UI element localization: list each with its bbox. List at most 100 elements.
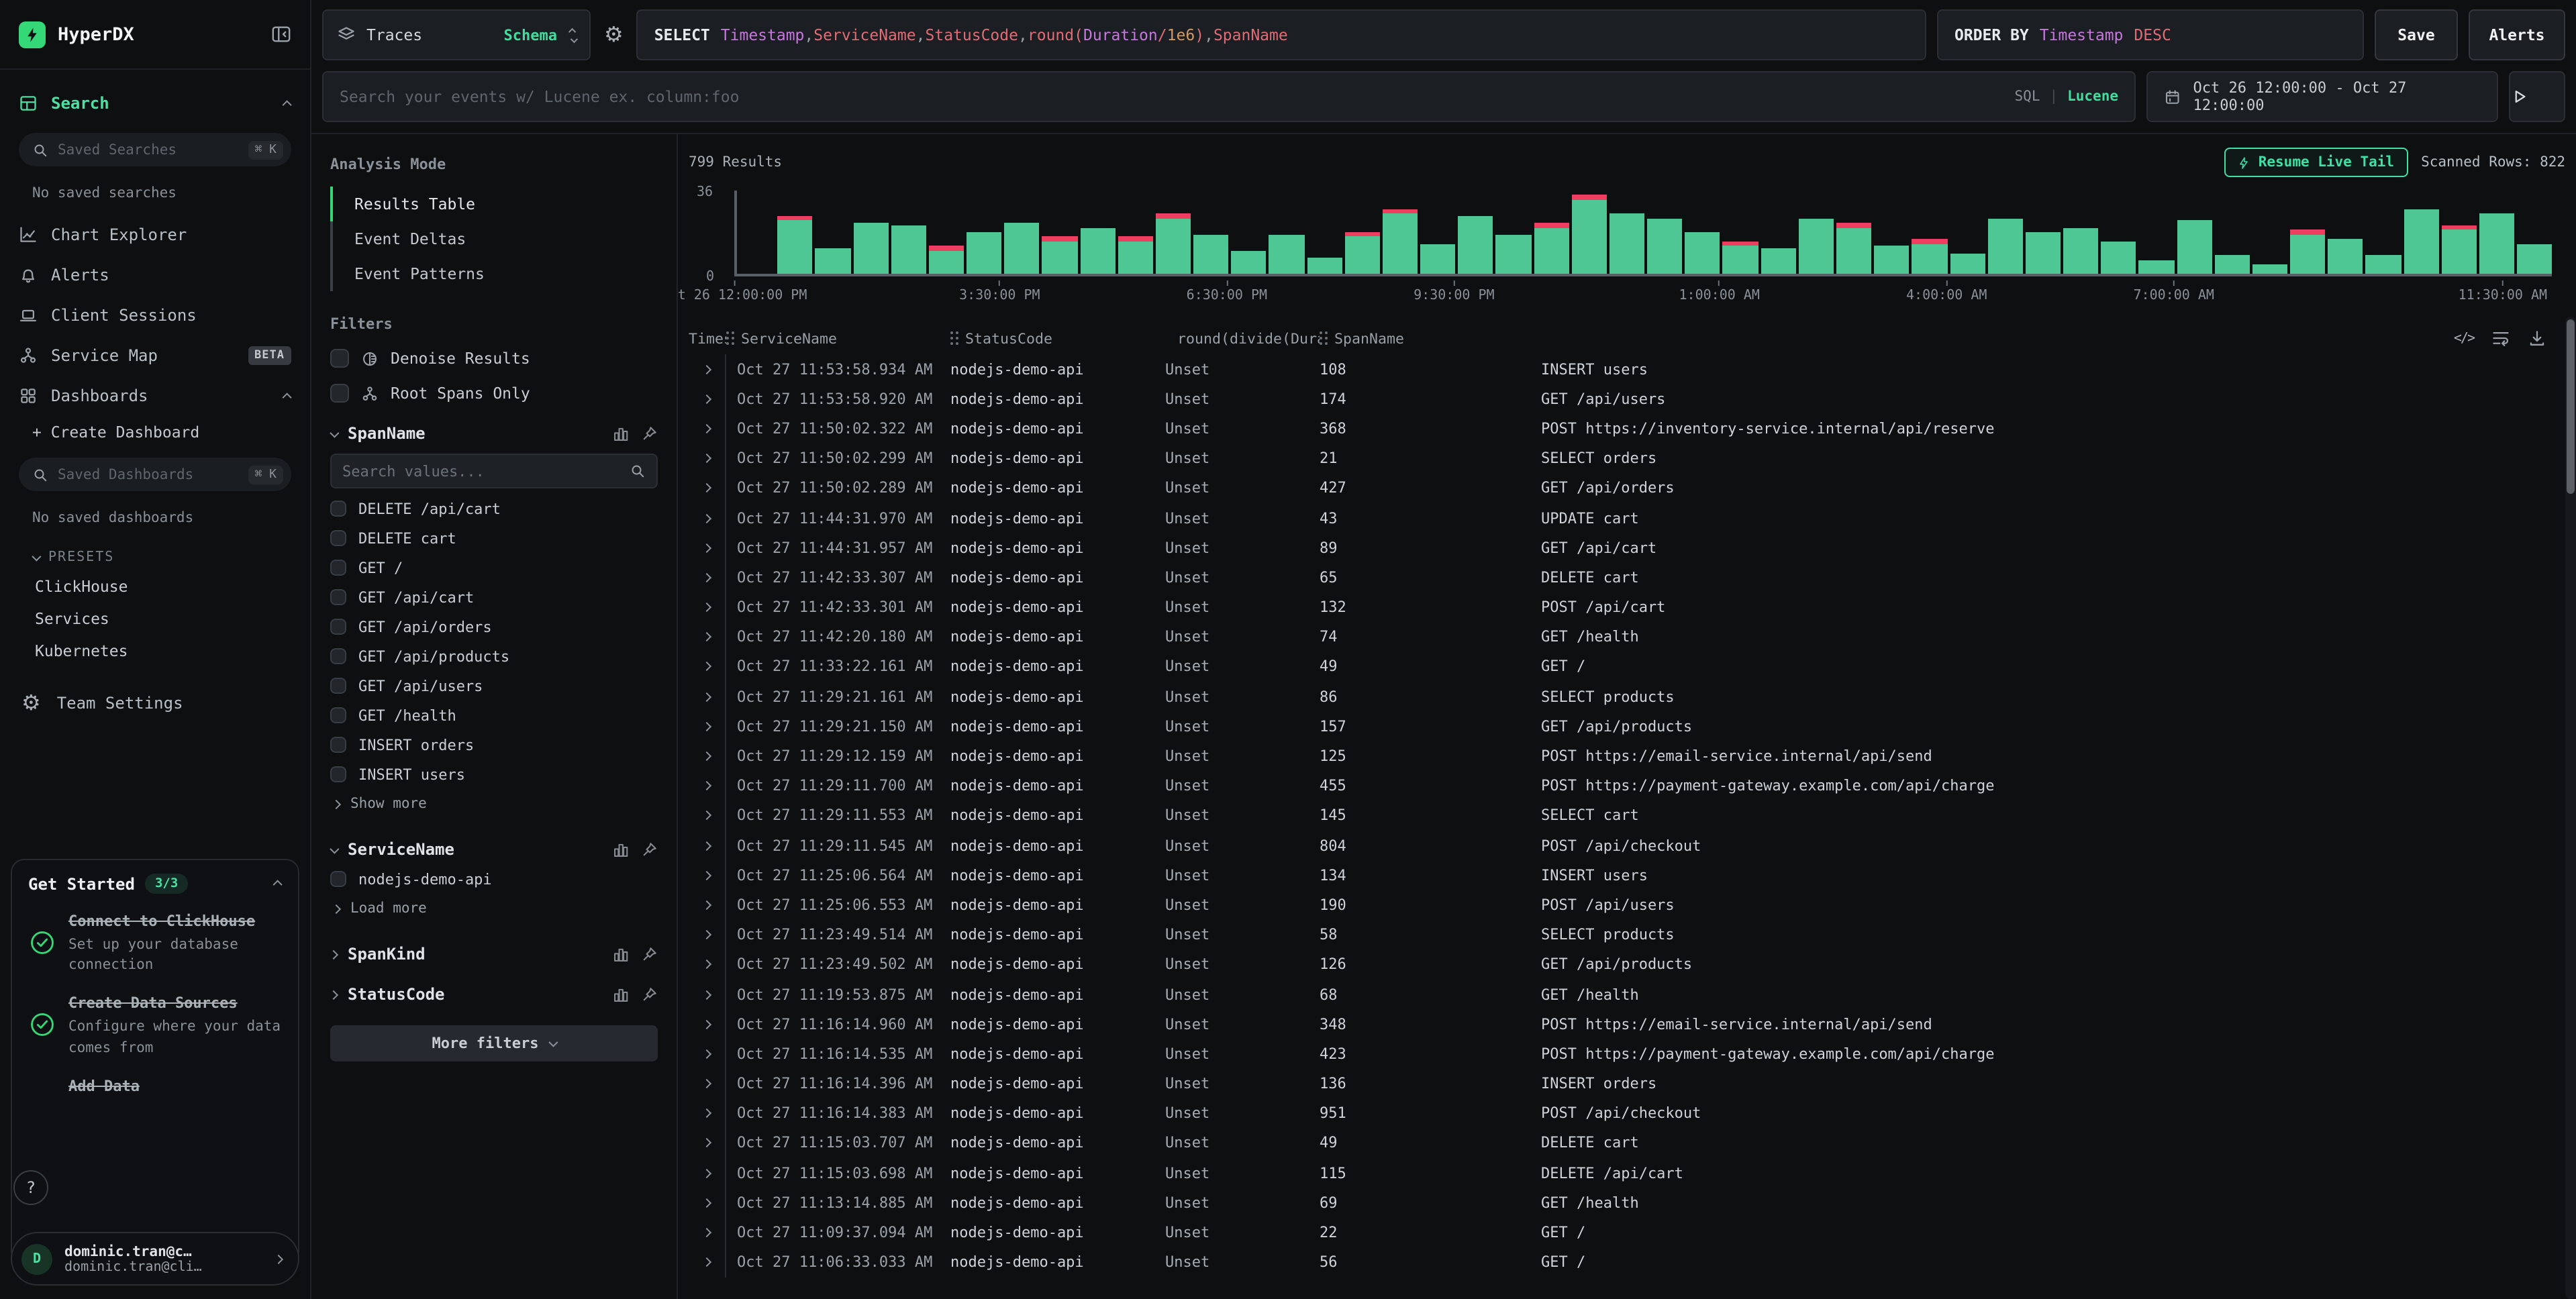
column-header[interactable]: Timestamp (Local) ↓ bbox=[689, 329, 726, 347]
preset-item[interactable]: Kubernetes bbox=[19, 635, 291, 667]
histogram-bar[interactable] bbox=[1080, 191, 1115, 274]
histogram-bar[interactable] bbox=[2479, 191, 2514, 274]
histogram-bar[interactable] bbox=[2214, 191, 2249, 274]
checkbox[interactable] bbox=[330, 501, 346, 517]
user-menu[interactable]: D dominic.tran@c… dominic.tran@cli… bbox=[11, 1232, 299, 1286]
expand-row-button[interactable] bbox=[689, 414, 726, 444]
table-row[interactable]: Oct 27 11:53:58.934 AM nodejs-demo-api U… bbox=[689, 354, 2565, 384]
histogram-bar[interactable] bbox=[1799, 191, 1834, 274]
table-row[interactable]: Oct 27 11:29:21.150 AM nodejs-demo-api U… bbox=[689, 712, 2565, 741]
scrollbar-thumb[interactable] bbox=[2567, 319, 2575, 494]
histogram-bar[interactable] bbox=[1836, 191, 1871, 274]
histogram-bar[interactable] bbox=[815, 191, 850, 274]
table-row[interactable]: Oct 27 11:33:22.161 AM nodejs-demo-api U… bbox=[689, 652, 2565, 682]
histogram-bar[interactable] bbox=[1004, 191, 1039, 274]
saved-dashboards-input[interactable]: Saved Dashboards ⌘ K bbox=[19, 458, 291, 491]
expand-row-button[interactable] bbox=[689, 1069, 726, 1098]
expand-row-button[interactable] bbox=[689, 384, 726, 413]
histogram-bar[interactable] bbox=[2290, 191, 2325, 274]
expand-row-button[interactable] bbox=[689, 980, 726, 1009]
histogram-bar[interactable] bbox=[1458, 191, 1493, 274]
denoise-results-toggle[interactable]: Denoise Results bbox=[330, 349, 658, 368]
histogram-bar[interactable] bbox=[1345, 191, 1380, 274]
expand-row-button[interactable] bbox=[689, 831, 726, 860]
save-button[interactable]: Save bbox=[2375, 9, 2458, 60]
expand-row-button[interactable] bbox=[689, 1098, 726, 1128]
table-row[interactable]: Oct 27 11:29:11.700 AM nodejs-demo-api U… bbox=[689, 771, 2565, 800]
expand-row-button[interactable] bbox=[689, 1247, 726, 1277]
preset-item[interactable]: Services bbox=[19, 603, 291, 635]
filter-value-row[interactable]: DELETE cart bbox=[330, 523, 658, 553]
servicename-load-more[interactable]: Load more bbox=[333, 894, 658, 923]
spanname-search-input[interactable]: Search values... bbox=[330, 454, 658, 488]
histogram-bar[interactable] bbox=[1685, 191, 1720, 274]
histogram-bar[interactable] bbox=[1156, 191, 1191, 274]
table-row[interactable]: Oct 27 11:06:33.033 AM nodejs-demo-api U… bbox=[689, 1247, 2565, 1277]
analysis-mode-item[interactable]: Event Deltas bbox=[330, 221, 658, 256]
histogram-bar[interactable] bbox=[1307, 191, 1342, 274]
expand-row-button[interactable] bbox=[689, 503, 726, 533]
expand-row-button[interactable] bbox=[689, 1218, 726, 1247]
filter-value-row[interactable]: GET /api/users bbox=[330, 671, 658, 700]
collapse-sidebar-icon[interactable] bbox=[271, 24, 291, 44]
filter-value-row[interactable]: DELETE /api/cart bbox=[330, 494, 658, 523]
histogram-bar[interactable] bbox=[1383, 191, 1418, 274]
histogram-plot-area[interactable] bbox=[734, 191, 2552, 276]
table-row[interactable]: Oct 27 11:50:02.289 AM nodejs-demo-api U… bbox=[689, 474, 2565, 503]
checkbox[interactable] bbox=[330, 530, 346, 546]
vertical-scrollbar[interactable] bbox=[2565, 317, 2576, 1299]
sidebar-item-chart-explorer[interactable]: Chart Explorer bbox=[19, 215, 291, 255]
filter-value-row[interactable]: nodejs-demo-api bbox=[330, 864, 658, 894]
spanname-show-more[interactable]: Show more bbox=[333, 789, 658, 819]
expand-row-button[interactable] bbox=[689, 801, 726, 831]
histogram-bar[interactable] bbox=[1193, 191, 1228, 274]
histogram-bar[interactable] bbox=[2517, 191, 2552, 274]
expand-row-button[interactable] bbox=[689, 474, 726, 503]
create-dashboard-link[interactable]: + Create Dashboard bbox=[19, 416, 291, 448]
sql-select-input[interactable]: SELECT Timestamp,ServiceName,StatusCode,… bbox=[637, 9, 1926, 60]
histogram-bar[interactable] bbox=[2252, 191, 2287, 274]
order-by-input[interactable]: ORDER BY Timestamp DESC bbox=[1937, 9, 2364, 60]
drag-handle-icon[interactable] bbox=[726, 331, 729, 334]
table-row[interactable]: Oct 27 11:53:58.920 AM nodejs-demo-api U… bbox=[689, 384, 2565, 413]
histogram-bar[interactable] bbox=[1118, 191, 1152, 274]
histogram-bar[interactable] bbox=[2441, 191, 2476, 274]
source-select[interactable]: Traces Schema bbox=[322, 9, 591, 60]
filter-value-row[interactable]: INSERT users bbox=[330, 760, 658, 789]
histogram-bar[interactable] bbox=[929, 191, 964, 274]
root-spans-toggle[interactable]: Root Spans Only bbox=[330, 384, 658, 403]
expand-row-button[interactable] bbox=[689, 1129, 726, 1158]
get-started-item[interactable]: Add Data bbox=[28, 1076, 282, 1100]
histogram-bar[interactable] bbox=[1609, 191, 1644, 274]
checkbox[interactable] bbox=[330, 678, 346, 694]
preset-item[interactable]: ClickHouse bbox=[19, 570, 291, 603]
histogram-bar[interactable] bbox=[1912, 191, 1947, 274]
filter-value-row[interactable]: GET / bbox=[330, 553, 658, 582]
run-query-button[interactable] bbox=[2509, 71, 2565, 122]
code-view-icon[interactable]: </> bbox=[2454, 331, 2474, 346]
more-filters-button[interactable]: More filters bbox=[330, 1025, 658, 1061]
expand-row-button[interactable] bbox=[689, 533, 726, 562]
filter-value-row[interactable]: INSERT orders bbox=[330, 730, 658, 760]
table-row[interactable]: Oct 27 11:44:31.970 AM nodejs-demo-api U… bbox=[689, 503, 2565, 533]
sidebar-item-search[interactable]: Search bbox=[19, 83, 291, 123]
saved-searches-input[interactable]: Saved Searches ⌘ K bbox=[19, 133, 291, 166]
expand-row-button[interactable] bbox=[689, 1009, 726, 1039]
sidebar-item-alerts[interactable]: Alerts bbox=[19, 255, 291, 295]
table-row[interactable]: Oct 27 11:23:49.502 AM nodejs-demo-api U… bbox=[689, 950, 2565, 980]
column-header[interactable]: round(divide(Durat… bbox=[1165, 329, 1320, 347]
table-row[interactable]: Oct 27 11:25:06.553 AM nodejs-demo-api U… bbox=[689, 890, 2565, 920]
histogram-bar[interactable] bbox=[2328, 191, 2363, 274]
histogram-bar[interactable] bbox=[2366, 191, 2401, 274]
table-row[interactable]: Oct 27 11:25:06.564 AM nodejs-demo-api U… bbox=[689, 860, 2565, 890]
table-row[interactable]: Oct 27 11:15:03.707 AM nodejs-demo-api U… bbox=[689, 1129, 2565, 1158]
histogram-bar[interactable] bbox=[1647, 191, 1682, 274]
histogram-bar[interactable] bbox=[2139, 191, 2174, 274]
column-header[interactable]: StatusCode bbox=[950, 329, 1165, 347]
resume-live-tail-button[interactable]: Resume Live Tail bbox=[2225, 148, 2408, 177]
language-sql[interactable]: SQL bbox=[2015, 89, 2040, 105]
column-header[interactable]: SpanName bbox=[1320, 329, 1541, 347]
table-row[interactable]: Oct 27 11:19:53.875 AM nodejs-demo-api U… bbox=[689, 980, 2565, 1009]
table-row[interactable]: Oct 27 11:16:14.960 AM nodejs-demo-api U… bbox=[689, 1009, 2565, 1039]
checkbox[interactable] bbox=[330, 349, 349, 368]
